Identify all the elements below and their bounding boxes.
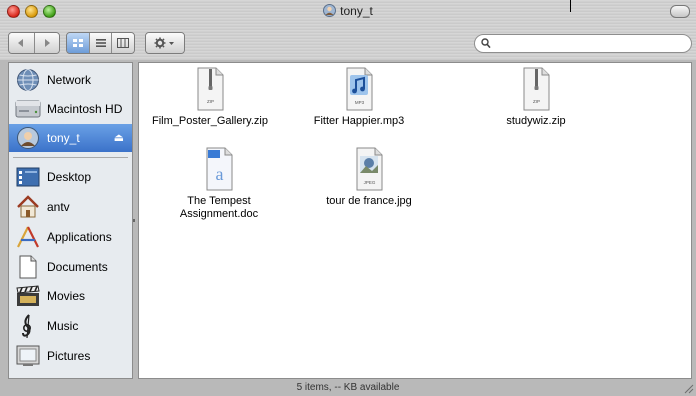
action-menu-button[interactable]: [146, 33, 184, 53]
home-icon: [15, 194, 41, 220]
back-button[interactable]: [9, 33, 35, 53]
back-forward-group: [8, 32, 60, 54]
svg-text:JPEG: JPEG: [364, 180, 376, 185]
splitter-handle[interactable]: [133, 219, 135, 222]
zip-archive-icon: ZIP: [190, 67, 230, 111]
sidebar-item-antv[interactable]: antv: [9, 193, 132, 221]
network-globe-icon: [15, 67, 41, 93]
forward-arrow-icon: [44, 39, 50, 47]
icon-view-button[interactable]: [67, 33, 90, 53]
sidebar-item-pictures[interactable]: Pictures: [9, 342, 132, 370]
window-title: tony_t: [0, 4, 696, 18]
sidebar-item-desktop[interactable]: Desktop: [9, 163, 132, 191]
sidebar-item-network[interactable]: Network: [9, 66, 132, 94]
file-item[interactable]: ZIP Film_Poster_Gallery.zip: [145, 67, 275, 128]
sidebar-item-label: Documents: [47, 260, 108, 274]
file-item[interactable]: a The Tempest Assignment.doc: [154, 147, 284, 221]
music-icon: [15, 313, 41, 339]
sidebar-item-label: Movies: [47, 289, 86, 303]
list-view-button[interactable]: [89, 33, 113, 53]
file-item[interactable]: JPEG tour de france.jpg: [304, 147, 434, 208]
sidebar-item-applications[interactable]: Applications: [9, 223, 132, 251]
window-title-text: tony_t: [340, 4, 373, 18]
divider-line: [570, 0, 571, 12]
sidebar-item-label: Applications: [47, 230, 112, 244]
finder-window: tony_t Network Macintosh HD tony_t ⏏ Des…: [0, 0, 696, 396]
sidebar-item-label: antv: [47, 200, 70, 214]
file-browser: ZIP Film_Poster_Gallery.zip MP3 Fitter H…: [138, 62, 692, 379]
sidebar-item-label: Pictures: [47, 349, 91, 363]
sidebar-item-movies[interactable]: Movies: [9, 282, 132, 310]
gear-icon: [154, 37, 174, 49]
column-view-button[interactable]: [112, 33, 134, 53]
eject-icon[interactable]: ⏏: [114, 131, 124, 144]
svg-text:a: a: [216, 164, 224, 184]
svg-text:MP3: MP3: [355, 100, 365, 105]
search-input[interactable]: [495, 36, 689, 52]
pictures-icon: [15, 343, 41, 369]
desktop-icon: [15, 164, 41, 190]
user-disk-icon: [323, 4, 337, 17]
icon-view-icon: [72, 39, 83, 47]
file-name: The Tempest Assignment.doc: [179, 195, 259, 220]
sidebar-item-music[interactable]: Music: [9, 312, 132, 340]
sidebar-divider: [13, 157, 128, 158]
file-item[interactable]: MP3 Fitter Happier.mp3: [294, 67, 424, 128]
forward-button[interactable]: [34, 33, 59, 53]
sidebar-item-label: tony_t: [47, 131, 80, 145]
word-document-icon: a: [199, 147, 239, 191]
file-name: Fitter Happier.mp3: [313, 115, 405, 127]
user-disk-icon: [15, 125, 41, 151]
svg-text:ZIP: ZIP: [533, 99, 540, 104]
sidebar-item-documents[interactable]: Documents: [9, 253, 132, 281]
zip-archive-icon: ZIP: [516, 67, 556, 111]
file-name: studywiz.zip: [506, 115, 566, 127]
applications-icon: [15, 224, 41, 250]
mp3-audio-icon: MP3: [339, 67, 379, 111]
jpeg-image-icon: JPEG: [349, 147, 389, 191]
status-bar: 5 items, -- KB available: [0, 380, 696, 396]
file-name: Film_Poster_Gallery.zip: [152, 115, 268, 127]
sidebar: Network Macintosh HD tony_t ⏏ Desktop an…: [8, 62, 133, 379]
list-view-icon: [95, 39, 106, 47]
svg-text:ZIP: ZIP: [207, 99, 214, 104]
sidebar-item-label: Network: [47, 73, 92, 87]
title-bar[interactable]: tony_t: [0, 0, 696, 60]
back-arrow-icon: [18, 39, 24, 47]
file-item[interactable]: ZIP studywiz.zip: [471, 67, 601, 128]
file-name: tour de france.jpg: [326, 195, 412, 207]
resize-grip-icon[interactable]: [682, 382, 694, 394]
sidebar-item-label: Macintosh HD: [47, 102, 123, 116]
toolbar-toggle-button[interactable]: [670, 5, 690, 18]
hard-drive-icon: [15, 96, 41, 122]
column-view-icon: [117, 38, 130, 48]
action-menu-group: [145, 32, 185, 54]
sidebar-item-macintosh-hd[interactable]: Macintosh HD: [9, 95, 132, 123]
movies-icon: [15, 283, 41, 309]
documents-icon: [15, 254, 41, 280]
sidebar-item-tony-t[interactable]: tony_t ⏏: [9, 124, 132, 152]
view-mode-group: [66, 32, 135, 54]
search-field[interactable]: [474, 34, 692, 53]
magnifier-icon: [481, 38, 491, 49]
status-text: 5 items, -- KB available: [296, 382, 400, 393]
sidebar-item-label: Desktop: [47, 170, 92, 184]
sidebar-item-label: Music: [47, 319, 79, 333]
